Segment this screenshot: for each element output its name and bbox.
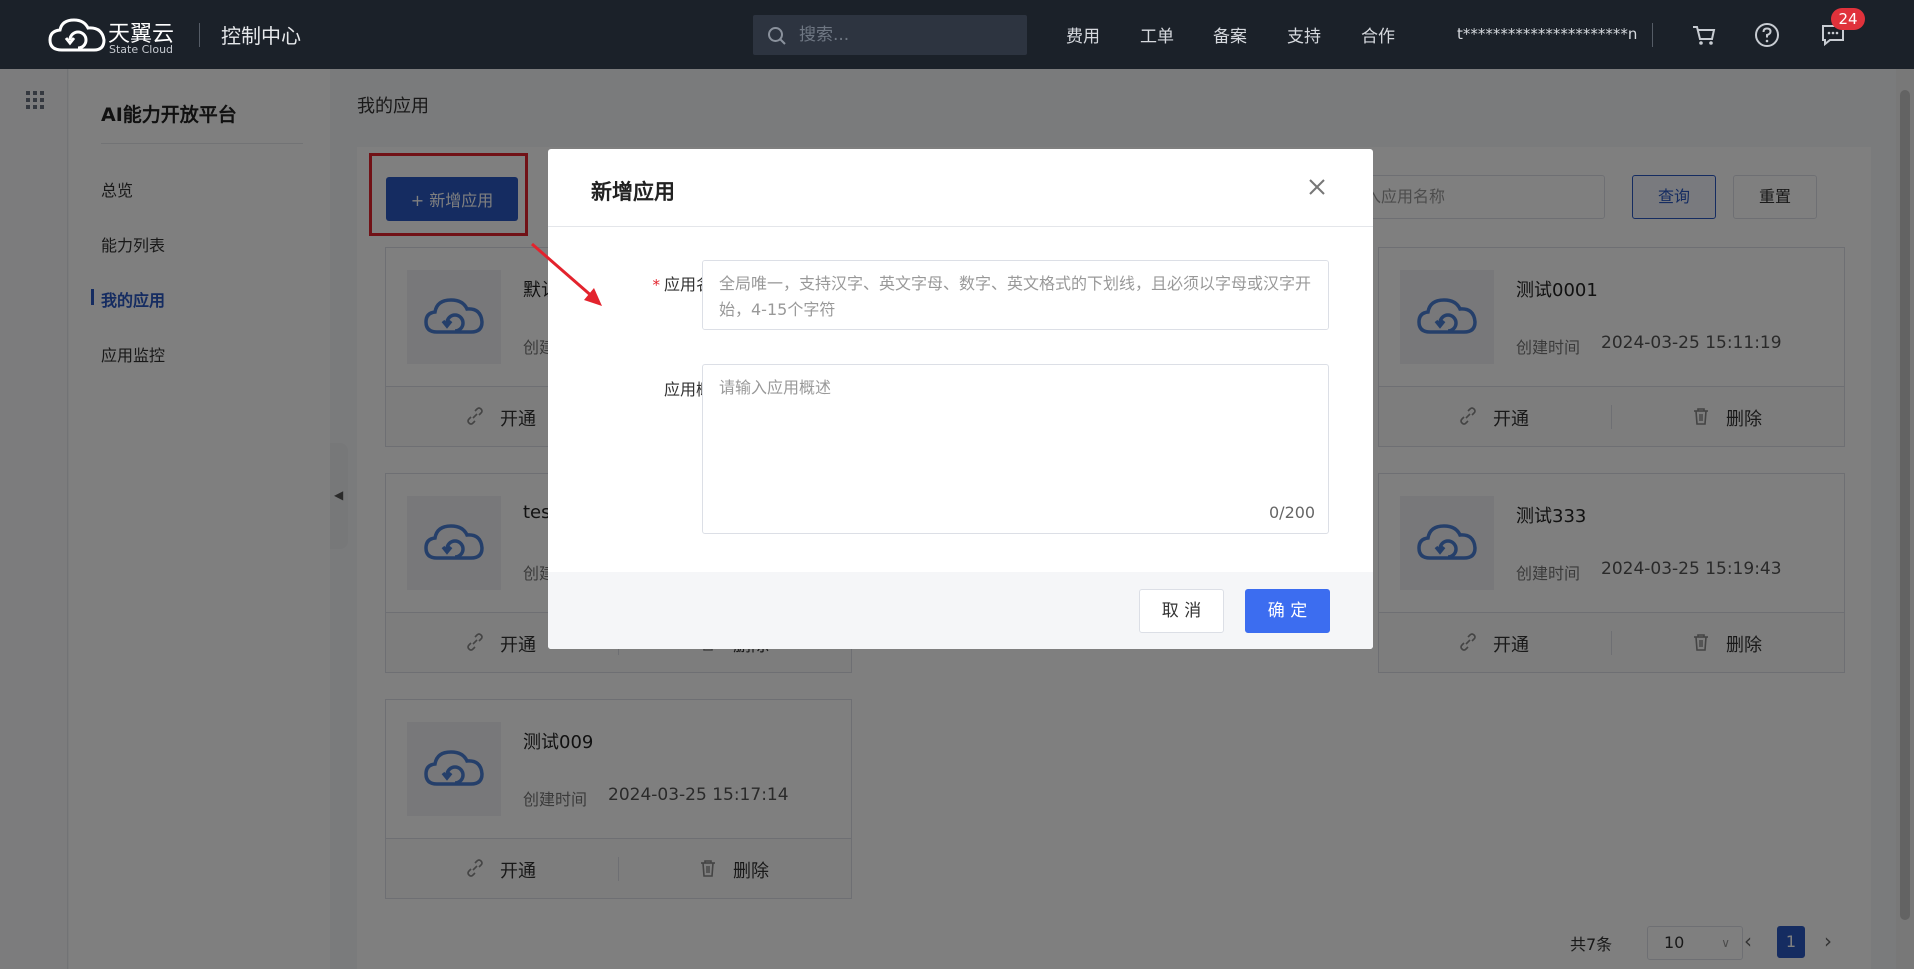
annotation-arrow-icon	[531, 242, 602, 306]
required-mark: *	[652, 276, 660, 294]
cart-icon[interactable]	[1691, 22, 1717, 48]
search-input[interactable]	[799, 23, 1009, 47]
app-desc-field[interactable]	[702, 364, 1329, 534]
user-account[interactable]: t**********************n	[1457, 25, 1637, 43]
help-icon[interactable]	[1754, 22, 1780, 48]
dialog-header: 新增应用	[548, 149, 1373, 227]
nav-tickets[interactable]: 工单	[1140, 22, 1174, 47]
dialog-title: 新增应用	[591, 180, 675, 204]
notification-badge: 24	[1831, 8, 1865, 30]
top-navigation-bar: 天翼云 State Cloud 控制中心 费用 工单 备案 支持 合作 t***…	[0, 0, 1914, 69]
nav-fees[interactable]: 费用	[1066, 22, 1100, 47]
divider	[1652, 23, 1653, 47]
search-icon	[768, 27, 786, 45]
cancel-button[interactable]: 取 消	[1139, 589, 1224, 633]
add-app-dialog: 新增应用 *应用名称 应用概述 0/200 取 消 确 定	[548, 149, 1373, 649]
close-icon[interactable]	[1307, 177, 1327, 197]
brand-subtitle: State Cloud	[109, 43, 174, 56]
nav-partner[interactable]: 合作	[1361, 22, 1395, 47]
divider	[199, 23, 200, 47]
console-link[interactable]: 控制中心	[221, 20, 301, 49]
nav-support[interactable]: 支持	[1287, 22, 1321, 47]
nav-filing[interactable]: 备案	[1213, 22, 1247, 47]
global-search[interactable]	[753, 15, 1027, 55]
app-name-field[interactable]	[702, 260, 1329, 330]
confirm-button[interactable]: 确 定	[1245, 589, 1330, 633]
char-counter: 0/200	[1269, 503, 1316, 522]
cloud-logo-icon[interactable]	[48, 16, 106, 54]
